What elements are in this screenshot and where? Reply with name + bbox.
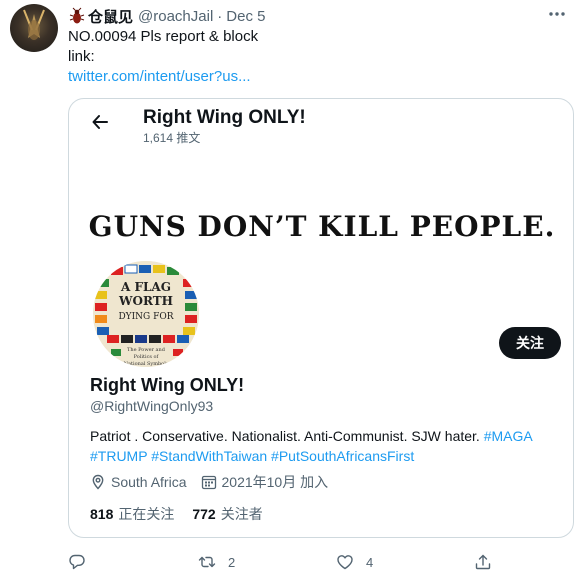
hashtag-trump[interactable]: #TRUMP [90, 448, 147, 464]
profile-avatar[interactable]: A FLAG WORTH DYING FOR The Power and Pol… [89, 257, 203, 371]
retweet-count: 2 [228, 554, 236, 570]
book-cover-image: A FLAG WORTH DYING FOR The Power and Pol… [93, 261, 199, 367]
tweet-actions: 2 4 [68, 553, 498, 573]
followers-stat[interactable]: 772 关注者 [192, 504, 262, 524]
follow-stats: 818 正在关注 772 关注者 [90, 504, 263, 524]
following-count: 818 [90, 506, 114, 522]
joined-item: 2021年10月 加入 [201, 472, 329, 492]
tweet-text-line-2: link: [68, 48, 95, 65]
back-arrow-icon[interactable] [91, 113, 109, 131]
book-title-line-2: WORTH [118, 294, 173, 308]
share-button[interactable] [474, 553, 492, 571]
reply-button[interactable] [68, 553, 86, 571]
tweet-link[interactable]: twitter.com/intent/user?us... [68, 68, 251, 85]
profile-card[interactable]: Right Wing ONLY! 1,614 推文 GUNS DON’T KIL… [68, 98, 574, 538]
profile-meta: South Africa 2021年10月 加入 [90, 472, 342, 492]
profile-handle: @RightWingOnly93 [90, 398, 214, 414]
book-subtitle-line-3: National Symbols [124, 361, 169, 367]
header-separator: · [217, 7, 223, 25]
author-avatar-image [23, 9, 45, 40]
hashtag-standwithtaiwan[interactable]: #StandWithTaiwan [151, 448, 267, 464]
following-label: 正在关注 [118, 506, 175, 522]
bug-icon [68, 7, 86, 25]
retweet-icon [198, 556, 216, 568]
book-subtitle-line-2: Politics of [134, 354, 160, 360]
author-handle[interactable]: @roachJail [138, 8, 213, 25]
hashtag-maga[interactable]: #MAGA [484, 428, 533, 444]
like-button[interactable]: 4 [336, 553, 373, 571]
profile-bio: Patriot . Conservative. Nationalist. Ant… [90, 426, 560, 466]
author-name: 仓鼠见 [88, 8, 134, 26]
author-avatar[interactable] [10, 4, 58, 52]
location-item: South Africa [90, 474, 187, 490]
more-icon[interactable] [547, 8, 567, 20]
share-icon [475, 554, 491, 570]
book-subtitle-line-1: The Power and [127, 347, 166, 353]
tweet-text: NO.00094 Pls report & block link: twitte… [68, 27, 258, 87]
like-count: 4 [366, 554, 374, 570]
followers-count: 772 [192, 506, 216, 522]
following-stat[interactable]: 818 正在关注 [90, 504, 174, 524]
location-icon [92, 474, 104, 490]
follow-button[interactable]: 关注 [499, 327, 561, 359]
profile-display-name: Right Wing ONLY! [90, 375, 245, 395]
reply-icon [69, 554, 85, 570]
location-text: South Africa [111, 474, 187, 490]
card-profile-title: Right Wing ONLY! [143, 107, 306, 128]
joined-text: 2021年10月 加入 [221, 474, 329, 490]
book-title-line-3: DYING FOR [118, 312, 173, 322]
tweet-header: 仓鼠见 @roachJail · Dec 5 [68, 6, 265, 26]
tweet-text-line-1: NO.00094 Pls report & block [68, 28, 259, 45]
author-name-group[interactable]: 仓鼠见 [68, 6, 133, 27]
followers-label: 关注者 [220, 506, 263, 522]
tweet-count: 1,614 推文 [143, 131, 201, 145]
bio-text: Patriot . Conservative. Nationalist. Ant… [90, 428, 484, 444]
calendar-icon [201, 475, 216, 490]
like-icon [337, 555, 353, 570]
hashtag-putsouthafricansfirst[interactable]: #PutSouthAfricansFirst [271, 448, 414, 464]
book-title-line-1: A FLAG [120, 280, 171, 294]
banner-text: GUNS DON’T KILL PEOPLE. [88, 209, 556, 243]
tweet-date[interactable]: Dec 5 [226, 8, 265, 25]
retweet-button[interactable]: 2 [198, 553, 235, 571]
